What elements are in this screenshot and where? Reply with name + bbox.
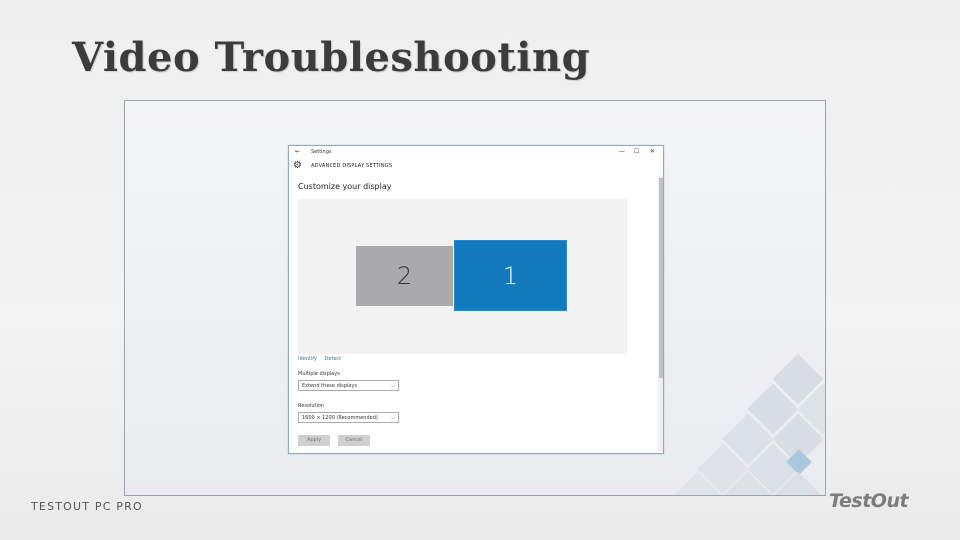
slide-title: Video Troubleshooting <box>72 34 591 81</box>
cancel-button[interactable]: Cancel <box>338 435 370 446</box>
monitor-1-label: 1 <box>502 261 519 290</box>
resolution-value: 1600 × 1200 (Recommended) <box>302 415 378 421</box>
gear-icon: ⚙ <box>293 160 302 171</box>
footer-course-label: TESTOUT PC PRO <box>31 500 143 513</box>
chevron-down-icon: ⌵ <box>391 383 395 389</box>
detect-link[interactable]: Detect <box>324 356 341 362</box>
multiple-displays-dropdown[interactable]: Extend these displays ⌵ <box>298 380 399 391</box>
multiple-displays-label: Multiple displays <box>298 371 340 377</box>
monitor-2[interactable]: 2 <box>356 246 453 306</box>
settings-header: ⚙ ADVANCED DISPLAY SETTINGS <box>289 160 663 174</box>
scrollbar-thumb[interactable] <box>659 178 663 378</box>
resolution-label: Resolution <box>298 403 325 409</box>
testout-logo: TestOut <box>829 490 909 512</box>
header-label: ADVANCED DISPLAY SETTINGS <box>311 163 393 169</box>
chevron-down-icon: ⌵ <box>391 415 395 421</box>
multiple-displays-value: Extend these displays <box>302 383 357 389</box>
close-icon[interactable]: ✕ <box>650 148 655 155</box>
monitor-1[interactable]: 1 <box>454 240 567 311</box>
screenshot-frame: ← Settings — ☐ ✕ ⚙ ADVANCED DISPLAY SETT… <box>124 100 826 496</box>
display-links: Identify Detect <box>298 356 347 362</box>
resolution-dropdown[interactable]: 1600 × 1200 (Recommended) ⌵ <box>298 412 399 423</box>
minimize-icon[interactable]: — <box>619 148 625 155</box>
identify-link[interactable]: Identify <box>298 356 317 362</box>
maximize-icon[interactable]: ☐ <box>634 148 639 155</box>
window-titlebar: ← Settings — ☐ ✕ <box>289 146 663 158</box>
monitor-2-label: 2 <box>396 262 413 290</box>
apply-button[interactable]: Apply <box>298 435 330 446</box>
back-arrow-icon[interactable]: ← <box>295 148 300 155</box>
window-title: Settings <box>311 149 332 155</box>
settings-window: ← Settings — ☐ ✕ ⚙ ADVANCED DISPLAY SETT… <box>288 145 664 454</box>
customize-heading: Customize your display <box>298 182 392 191</box>
display-preview: 2 1 <box>298 199 627 354</box>
